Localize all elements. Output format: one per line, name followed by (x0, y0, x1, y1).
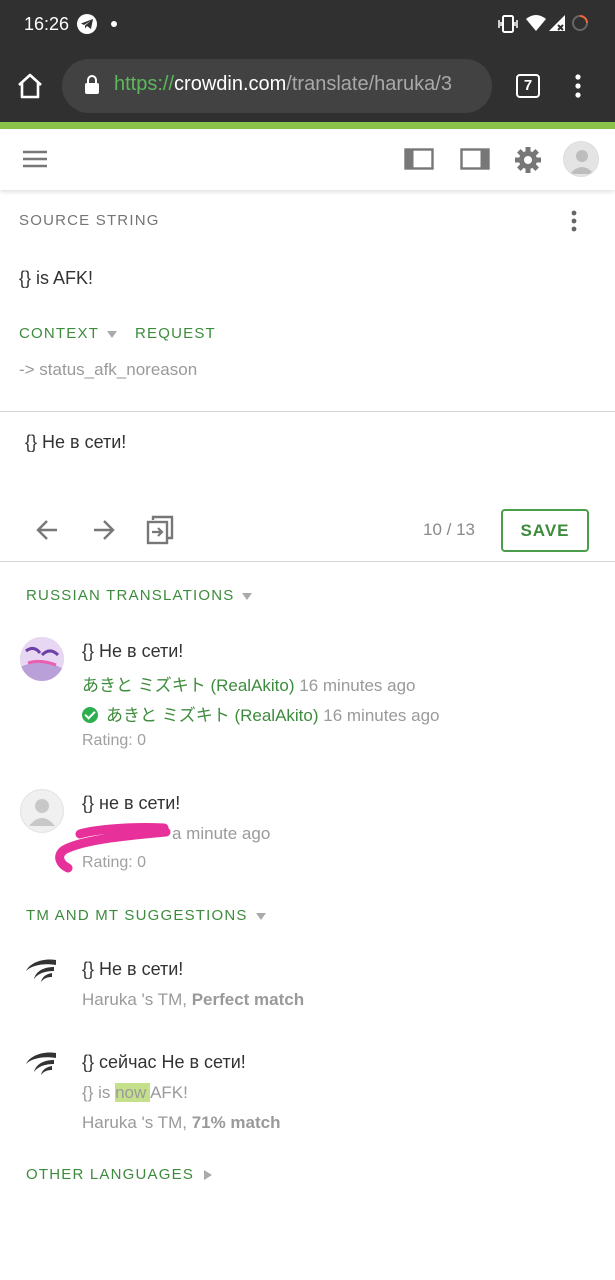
string-counter: 10 / 13 (423, 520, 475, 539)
rating: Rating: 0 (82, 732, 147, 749)
translation-text: {} не в сети! (82, 793, 181, 813)
approved-check-icon (82, 707, 98, 723)
tab-switcher-button[interactable]: 7 (516, 74, 540, 98)
hamburger-menu-icon[interactable] (22, 149, 48, 169)
avatar[interactable] (20, 637, 64, 681)
suggestion-text[interactable]: {} Не в сети! (82, 959, 183, 980)
lock-icon (85, 75, 99, 94)
match-score: Perfect match (191, 990, 305, 1009)
diff-highlight: now (115, 1083, 151, 1102)
timestamp: 16 minutes ago (323, 706, 440, 725)
page-progress-bar (0, 122, 615, 129)
russian-translations-label: RUSSIAN TRANSLATIONS (26, 587, 235, 604)
context-label: CONTEXT (19, 325, 100, 342)
browser-toolbar: https://crowdin.com/translate/haruka/3 7 (0, 50, 615, 122)
tm-source: Haruka 's TM, (82, 990, 192, 1009)
translation-meta: あきと ミズキト (RealAkito) 16 minutes ago (82, 671, 416, 696)
tm-source: Haruka 's TM, (82, 1113, 192, 1132)
chevron-down-icon (255, 912, 266, 920)
divider (0, 561, 615, 562)
arrow-left-icon[interactable] (35, 517, 61, 543)
tm-logo-icon (26, 1052, 56, 1075)
url-bar[interactable]: https://crowdin.com/translate/haruka/3 (62, 59, 492, 113)
wifi-icon (526, 15, 546, 31)
copy-source-icon[interactable] (145, 514, 175, 546)
suggestion-source: Haruka 's TM, Perfect match (82, 990, 304, 1010)
user-avatar[interactable] (563, 141, 599, 177)
chevron-down-icon (107, 330, 118, 338)
app-toolbar (0, 129, 615, 190)
divider (0, 411, 615, 412)
context-toggle[interactable]: CONTEXT (19, 325, 118, 342)
context-value: -> status_afk_noreason (19, 360, 198, 379)
timestamp: 16 minutes ago (299, 676, 416, 695)
redaction-scribble (55, 822, 171, 873)
chevron-right-icon (204, 1170, 213, 1181)
diff-before: {} is (82, 1083, 116, 1102)
timestamp: a minute ago (172, 824, 271, 843)
diff-after: AFK! (150, 1083, 188, 1102)
translation-text: {} Не в сети! (82, 641, 184, 661)
save-button[interactable]: SAVE (501, 509, 589, 552)
url-scheme: https:// (114, 73, 175, 95)
gear-icon[interactable] (514, 146, 542, 174)
russian-translations-toggle[interactable]: RUSSIAN TRANSLATIONS (26, 587, 253, 604)
suggestion-source: Haruka 's TM, 71% match (82, 1113, 281, 1133)
browser-menu-icon[interactable] (570, 72, 586, 100)
chevron-down-icon (242, 592, 253, 600)
loading-icon (572, 15, 588, 31)
approver-link[interactable]: あきと ミズキト (RealAkito) (106, 706, 319, 725)
translation-input[interactable]: {} Не в сети! (25, 432, 126, 453)
anime-avatar-icon (20, 637, 64, 681)
author-link[interactable]: あきと ミズキト (RealAkito) (82, 676, 295, 695)
url-path: /translate/haruka/3 (286, 73, 452, 95)
arrow-right-icon[interactable] (90, 517, 116, 543)
url-host: crowdin.com (174, 73, 287, 95)
tm-logo-icon (26, 959, 56, 982)
source-menu-icon[interactable] (566, 209, 582, 235)
vibrate-icon (498, 15, 518, 33)
source-string-label: SOURCE STRING (19, 212, 160, 229)
tm-suggestions-label: TM AND MT SUGGESTIONS (26, 907, 248, 924)
suggestion-diff: {} is now AFK! (82, 1083, 188, 1103)
other-languages-label: OTHER LANGUAGES (26, 1166, 195, 1183)
no-signal-icon (549, 15, 565, 31)
status-bar: 16:26 (0, 0, 615, 50)
other-languages-toggle[interactable]: OTHER LANGUAGES (26, 1166, 213, 1183)
tm-suggestions-toggle[interactable]: TM AND MT SUGGESTIONS (26, 907, 266, 924)
match-score: 71% match (191, 1113, 281, 1132)
user-silhouette-icon (570, 150, 594, 174)
home-icon[interactable] (16, 72, 44, 100)
request-context-link[interactable]: REQUEST (135, 325, 216, 342)
right-panel-icon[interactable] (460, 148, 490, 170)
left-panel-icon[interactable] (404, 148, 434, 170)
approval-meta: あきと ミズキト (RealAkito) 16 minutes ago (82, 701, 440, 726)
status-time: 16:26 (24, 14, 70, 34)
source-text: {} is AFK! (19, 268, 94, 288)
suggestion-text[interactable]: {} сейчас Не в сети! (82, 1052, 246, 1073)
url-text: https://crowdin.com/translate/haruka/3 (114, 73, 452, 96)
dot-icon (111, 21, 117, 27)
telegram-icon (77, 14, 97, 34)
